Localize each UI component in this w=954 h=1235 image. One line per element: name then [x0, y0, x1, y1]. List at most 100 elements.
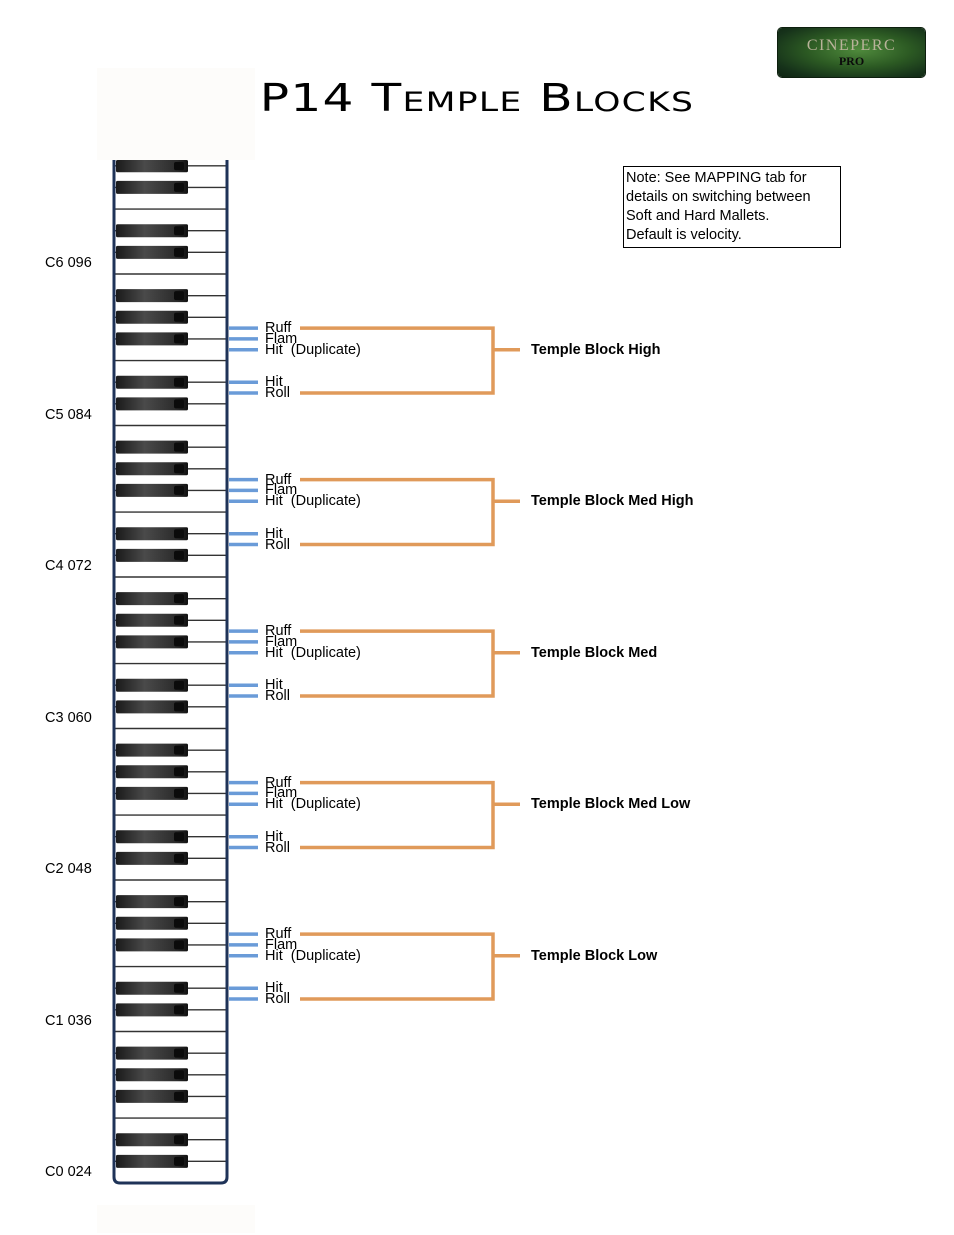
black-key-tip: [174, 1135, 184, 1145]
black-key-tip: [174, 637, 184, 647]
group-label: Temple Block Med Low: [531, 796, 691, 813]
black-key: [116, 635, 188, 649]
page-title: P14 Temple Blocks: [259, 76, 695, 120]
black-key-tip: [174, 832, 184, 842]
articulation-label: Hit (Duplicate): [265, 341, 361, 358]
black-key-tip: [174, 247, 184, 257]
black-key: [116, 483, 188, 497]
black-key: [116, 548, 188, 562]
black-key-tip: [174, 788, 184, 798]
keyboard-background: [114, 160, 227, 1183]
articulation-label: Hit (Duplicate): [265, 644, 361, 661]
black-key: [116, 938, 188, 952]
keyboard-frame: [112, 160, 229, 1185]
black-key-tip: [174, 702, 184, 712]
black-key: [116, 397, 188, 411]
octave-label: C3 060: [45, 709, 92, 726]
articulation-label: Roll: [265, 536, 290, 553]
black-key-tip: [174, 464, 184, 474]
group-label: Temple Block High: [531, 341, 661, 358]
black-key: [116, 678, 188, 692]
black-key: [116, 375, 188, 389]
note-line: details on switching between: [626, 189, 811, 205]
black-key-tip: [174, 940, 184, 950]
black-key-tip: [174, 594, 184, 604]
octave-label: C4 072: [45, 558, 92, 575]
black-key: [116, 1133, 188, 1147]
octave-label: C0 024: [45, 1164, 92, 1181]
black-key: [116, 224, 188, 238]
black-key-tip: [174, 399, 184, 409]
articulation-label: Hit (Duplicate): [265, 796, 361, 813]
black-key: [116, 462, 188, 476]
black-key: [116, 1154, 188, 1168]
black-key-tip: [174, 485, 184, 495]
black-key: [116, 160, 188, 173]
black-key-tip: [174, 1091, 184, 1101]
group-bracket: [300, 780, 520, 850]
articulation-label: Roll: [265, 688, 290, 705]
black-key: [116, 310, 188, 324]
group-bracket: [300, 477, 520, 547]
black-key-tip: [174, 1048, 184, 1058]
black-key: [116, 700, 188, 714]
black-key: [116, 830, 188, 844]
logo-text-pro: PRO: [838, 54, 865, 68]
black-key-tip: [174, 615, 184, 625]
black-key-tip: [174, 745, 184, 755]
black-key-tip: [174, 897, 184, 907]
black-key-tip: [174, 853, 184, 863]
black-key-tip: [174, 312, 184, 322]
black-key: [116, 527, 188, 541]
black-key: [116, 895, 188, 909]
black-key-tip: [174, 550, 184, 560]
note-line: Default is velocity.: [626, 227, 742, 243]
black-key-tip: [174, 1156, 184, 1166]
octave-label: C1 036: [45, 1012, 92, 1029]
black-key: [116, 786, 188, 800]
articulation-label: Roll: [265, 385, 290, 402]
black-key: [116, 1003, 188, 1017]
black-key-tip: [174, 529, 184, 539]
note-line: Soft and Hard Mallets.: [626, 208, 770, 224]
black-key-tip: [174, 918, 184, 928]
cineperc-pro-logo: CINEPERC PRO: [778, 28, 925, 77]
black-key-tip: [174, 291, 184, 301]
octave-label: C2 048: [45, 861, 92, 878]
black-key-tip: [174, 680, 184, 690]
black-key-tip: [174, 1005, 184, 1015]
group-label: Temple Block Med: [531, 644, 658, 661]
black-key: [116, 245, 188, 259]
black-key-tip: [174, 1070, 184, 1080]
black-key: [116, 851, 188, 865]
black-key: [116, 765, 188, 779]
note-line: Note: See MAPPING tab for: [626, 170, 807, 186]
articulation-label: Hit (Duplicate): [265, 947, 361, 964]
black-key: [116, 916, 188, 930]
articulation-label: Hit (Duplicate): [265, 493, 361, 510]
black-key: [116, 981, 188, 995]
articulation-label: Roll: [265, 991, 290, 1008]
black-key: [116, 440, 188, 454]
black-key: [116, 592, 188, 606]
black-key-tip: [174, 377, 184, 387]
articulation-label: Roll: [265, 839, 290, 856]
black-key: [116, 1046, 188, 1060]
black-key-tip: [174, 182, 184, 192]
black-key-tip: [174, 226, 184, 236]
black-key: [116, 613, 188, 627]
image-placeholder-bottom: [97, 1205, 255, 1233]
group-label: Temple Block Low: [531, 947, 658, 964]
black-key: [116, 1068, 188, 1082]
black-key: [116, 289, 188, 303]
black-key-tip: [174, 983, 184, 993]
octave-label: C6 096: [45, 255, 92, 272]
group-bracket: [300, 932, 520, 1001]
logo-text-cineperc: CINEPERC: [806, 37, 897, 54]
octave-label: C5 084: [45, 406, 92, 423]
group-bracket: [300, 629, 520, 698]
mapping-note: Note: See MAPPING tab for details on swi…: [623, 166, 841, 248]
black-key: [116, 1089, 188, 1103]
group-label: Temple Block Med High: [531, 493, 694, 510]
black-key: [116, 332, 188, 346]
